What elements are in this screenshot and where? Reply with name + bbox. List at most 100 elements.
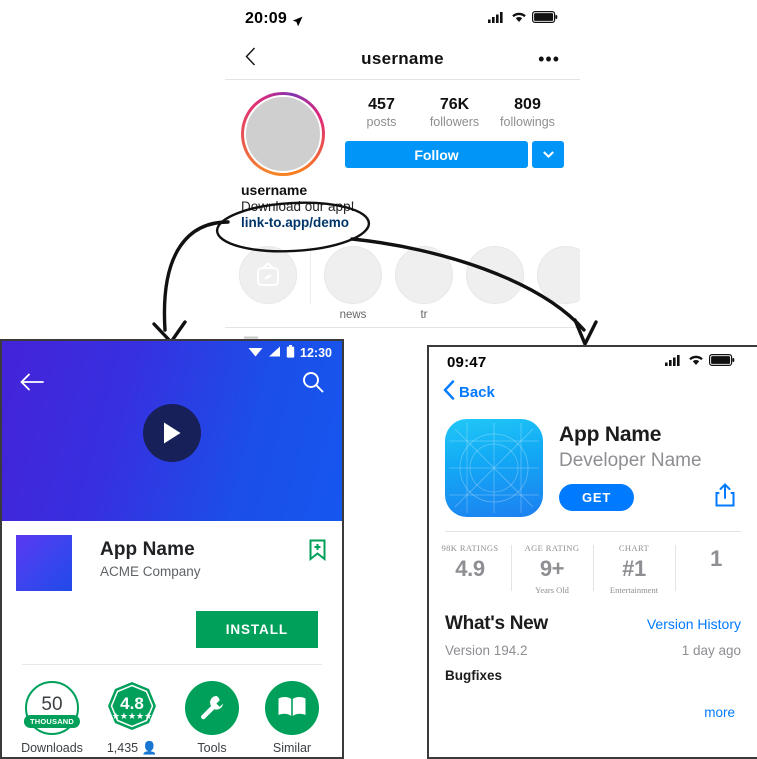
android-app-meta: App Name ACME Company [72, 535, 308, 579]
rating-count: 1,435 [106, 741, 139, 755]
battery-icon [709, 353, 735, 371]
stat-value: 1 [710, 546, 722, 571]
ios-version-row: Version 194.2 1 day ago [429, 635, 757, 658]
downloads-ring: 50 THOUSAND [23, 681, 81, 735]
arrow-left-icon[interactable] [20, 373, 44, 396]
ios-stats-row: 98k RATINGS 4.9 AGE RATING 9+ Years Old … [429, 532, 757, 595]
app-icon-template-guides [449, 423, 539, 513]
instagram-profile-row: 457 posts 76K followers 809 followings F… [225, 80, 580, 176]
app-developer[interactable]: ACME Company [100, 564, 308, 579]
highlight-thumb [324, 246, 382, 304]
downloads-unit-pill: THOUSAND [23, 715, 81, 728]
play-button-icon[interactable] [143, 404, 201, 462]
section-title: What's New [445, 613, 548, 634]
app-developer[interactable]: Developer Name [559, 450, 741, 472]
books-icon-wrap [252, 679, 332, 737]
downloads-ring-icon: 50 THOUSAND [12, 679, 92, 737]
chevron-left-icon[interactable] [245, 47, 267, 71]
svg-text:★★★★★: ★★★★★ [112, 712, 152, 722]
wifi-icon [248, 346, 263, 360]
android-app-card: App Name ACME Company INSTALL [2, 521, 342, 648]
android-play-store-panel: 12:30 App Name ACME Company INSTALL 50 T… [0, 339, 344, 759]
bio-link[interactable]: link-to.app/demo [241, 215, 564, 230]
cellular-signal-icon [488, 10, 506, 28]
list-item[interactable] [537, 246, 580, 304]
avatar-image [244, 95, 322, 173]
stat-age-rating[interactable]: AGE RATING 9+ Years Old [511, 543, 593, 595]
android-app-row: App Name ACME Company [16, 535, 328, 591]
bookmark-add-icon[interactable] [308, 535, 328, 566]
instagram-bio: username Download our app! link-to.app/d… [225, 176, 580, 230]
stat-followers[interactable]: 76K followers [418, 96, 491, 129]
stat-caption: AGE RATING [524, 543, 580, 553]
instagram-highlights: news tr [225, 230, 580, 321]
ios-app-store-panel: 09:47 Back App Name Developer Name GET 9… [427, 345, 757, 759]
android-hero-video[interactable]: 12:30 [2, 341, 342, 521]
release-timestamp: 1 day ago [681, 643, 741, 658]
chevron-left-icon[interactable] [443, 379, 455, 405]
ios-whats-new-header: What's New Version History [429, 595, 757, 635]
stat-label: Downloads [21, 741, 83, 755]
status-bar-icons [488, 10, 558, 28]
ios-nav-bar: Back [429, 377, 757, 407]
stat-similar[interactable]: Similar [252, 679, 332, 756]
stat-followings[interactable]: 809 followings [491, 96, 564, 129]
install-button[interactable]: INSTALL [195, 611, 318, 648]
page-title: username [361, 48, 444, 68]
stat-value: 809 [514, 96, 541, 113]
stat-chart[interactable]: CHART #1 Entertainment [593, 543, 675, 595]
highlight-igtv[interactable] [239, 246, 297, 309]
stat-category-tools[interactable]: Tools [172, 679, 252, 756]
ios-app-meta: App Name Developer Name GET [543, 419, 741, 517]
app-name: App Name [559, 423, 662, 446]
cellular-signal-icon [268, 346, 281, 360]
highlight-tr[interactable]: tr [395, 246, 453, 321]
list-item[interactable] [466, 246, 524, 304]
instagram-stats: 457 posts 76K followers 809 followings [345, 96, 564, 129]
battery-icon [532, 10, 558, 28]
stat-label: Tools [197, 741, 227, 755]
stat-value: 457 [368, 96, 395, 113]
stat-label: Similar [272, 741, 312, 755]
app-name: App Name [100, 539, 195, 560]
stat-sub: Entertainment [609, 585, 659, 595]
stat-label: followers [429, 115, 480, 129]
ios-app-row: App Name Developer Name GET [429, 407, 757, 517]
avatar[interactable] [241, 92, 325, 176]
version-history-link[interactable]: Version History [647, 616, 741, 632]
arrow-to-android-panel [162, 220, 230, 332]
person-icon: 👤 [141, 741, 158, 755]
bio-display-name: username [241, 182, 308, 198]
stat-caption: CHART [618, 543, 650, 553]
stat-value: 9+ [539, 556, 565, 581]
divider [310, 246, 311, 304]
downloads-value: 50 [41, 694, 63, 715]
stat-ratings[interactable]: 98k RATINGS 4.9 [429, 543, 511, 595]
back-button-label[interactable]: Back [459, 384, 495, 401]
android-status-bar: 12:30 [2, 341, 342, 365]
instagram-action-row: Follow [345, 141, 564, 168]
get-button[interactable]: GET [559, 484, 635, 511]
ellipsis-icon[interactable]: ••• [538, 50, 560, 68]
stat-label: posts [366, 115, 397, 129]
location-arrow-icon [292, 14, 303, 26]
stat-posts[interactable]: 457 posts [345, 96, 418, 129]
follow-button[interactable]: Follow [345, 141, 528, 168]
search-icon[interactable] [302, 371, 324, 398]
status-bar-icons [665, 353, 735, 371]
highlight-news[interactable]: news [324, 246, 382, 321]
highlight-label: tr [420, 309, 428, 321]
chevron-down-icon[interactable] [532, 141, 564, 168]
app-icon [445, 419, 543, 517]
more-link[interactable]: more [704, 705, 735, 720]
books-icon [265, 681, 319, 735]
stat-value: 76K [439, 96, 470, 113]
share-icon[interactable] [715, 483, 741, 512]
cellular-signal-icon [665, 353, 683, 371]
stat-clipped[interactable]: 1 [675, 543, 757, 595]
instagram-stats-block: 457 posts 76K followers 809 followings F… [325, 92, 564, 168]
status-time: 09:47 [447, 353, 487, 371]
stat-downloads[interactable]: 50 THOUSAND Downloads [12, 679, 92, 756]
stat-rating[interactable]: 4.8 ★★★★★ 1,435 👤 [92, 679, 172, 756]
instagram-status-bar: 20:09 [225, 0, 580, 38]
